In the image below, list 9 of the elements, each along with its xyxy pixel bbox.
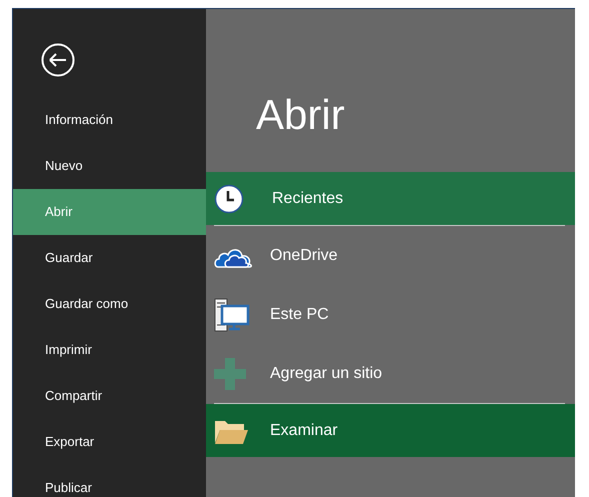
location-item[interactable]: Examinar xyxy=(206,404,575,457)
sidebar-item[interactable]: Abrir xyxy=(13,189,206,235)
clock-icon xyxy=(214,184,244,214)
back-button[interactable] xyxy=(40,42,76,78)
computer-icon xyxy=(214,298,250,332)
plus-icon xyxy=(214,358,246,390)
location-item[interactable]: Recientes xyxy=(206,172,575,225)
page-title: Abrir xyxy=(256,94,345,136)
back-icon xyxy=(40,42,76,78)
